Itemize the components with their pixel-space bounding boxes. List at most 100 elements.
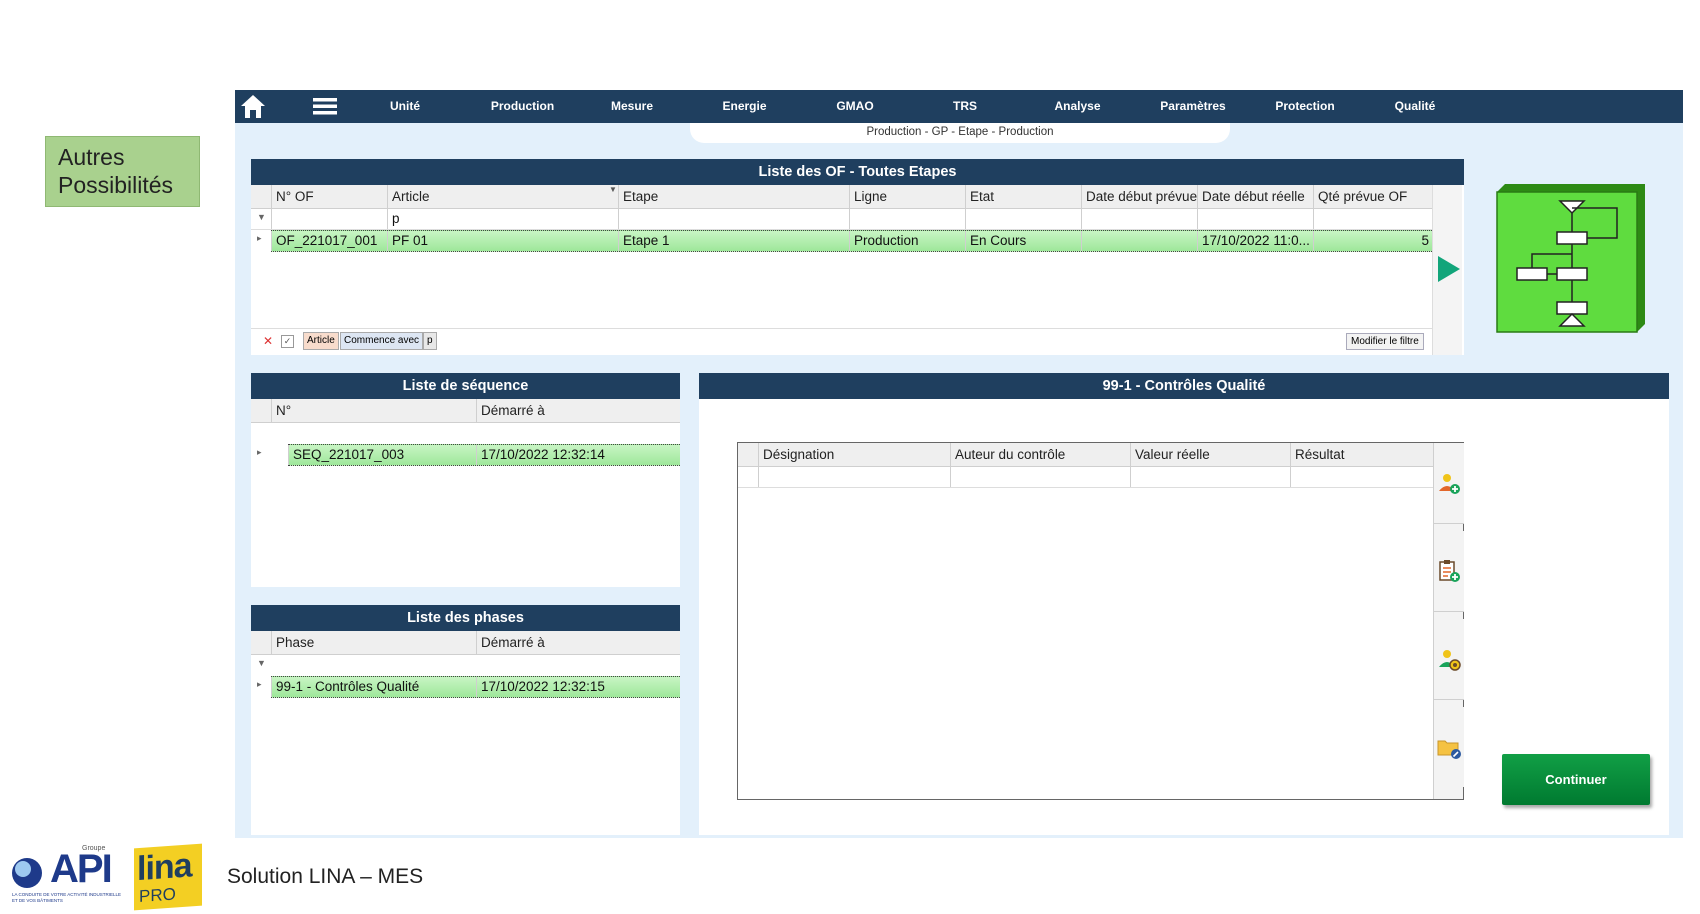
nav-item-mesure[interactable]: Mesure xyxy=(592,90,672,123)
sequence-list-title: Liste de séquence xyxy=(251,373,680,399)
quality-col-header-value[interactable]: Valeur réelle xyxy=(1130,443,1290,466)
nav-item-unite[interactable]: Unité xyxy=(370,90,440,123)
clear-filter-icon[interactable]: ✕ xyxy=(263,334,273,348)
of-cell-ligne: Production xyxy=(849,231,965,251)
sequence-grid: N° Démarré à ▸ SEQ_221017_003 17/10/2022… xyxy=(251,399,680,587)
quality-grid: Désignation Auteur du contrôle Valeur ré… xyxy=(737,442,1464,800)
of-filter-date-prevue[interactable] xyxy=(1081,209,1197,229)
of-cell-article: PF 01 xyxy=(387,231,618,251)
of-filter-date-reelle[interactable] xyxy=(1197,209,1313,229)
seq-col-header-start[interactable]: Démarré à xyxy=(476,399,680,422)
of-cell-etape: Etape 1 xyxy=(618,231,849,251)
table-row[interactable]: 99-1 - Contrôles Qualité 17/10/2022 12:3… xyxy=(271,676,680,698)
filter-funnel-icon[interactable]: ▼ xyxy=(609,185,617,194)
row-expander-icon[interactable]: ▸ xyxy=(257,447,262,458)
of-list-header: N° OF Article Etape Ligne Etat Date débu… xyxy=(251,185,1432,209)
top-navigation-bar: Unité Production Mesure Energie GMAO TRS… xyxy=(235,90,1683,123)
filter-tag-field[interactable]: Article xyxy=(303,332,339,350)
slide-label-line2: Possibilités xyxy=(58,172,174,198)
row-expander-icon[interactable]: ▸ xyxy=(257,233,262,244)
of-cell-num: OF_221017_001 xyxy=(271,231,387,251)
nav-item-production[interactable]: Production xyxy=(475,90,570,123)
quality-title: 99-1 - Contrôles Qualité xyxy=(699,373,1669,399)
api-logo-text: API xyxy=(50,847,113,891)
api-logo-tagline: LA CONDUITE DE VOTRE ACTIVITÉ INDUSTRIEL… xyxy=(12,892,122,903)
phase-cell-phase: 99-1 - Contrôles Qualité xyxy=(271,677,476,697)
api-logo: Groupe API LA CONDUITE DE VOTRE ACTIVITÉ… xyxy=(8,845,121,907)
of-col-header-date-prevue[interactable]: Date début prévue xyxy=(1081,185,1197,208)
of-col-header-ligne[interactable]: Ligne xyxy=(849,185,965,208)
of-col-header-num[interactable]: N° OF xyxy=(271,185,387,208)
of-list-panel: Liste des OF - Toutes Etapes N° OF Artic… xyxy=(251,159,1464,355)
of-col-header-article[interactable]: Article xyxy=(387,185,618,208)
continue-button[interactable]: Continuer xyxy=(1502,754,1650,805)
home-icon[interactable] xyxy=(239,93,267,120)
phase-list-title: Liste des phases xyxy=(251,605,680,631)
mes-application-window: Unité Production Mesure Energie GMAO TRS… xyxy=(235,90,1683,838)
of-col-header-etat[interactable]: Etat xyxy=(965,185,1081,208)
of-cell-date-reelle: 17/10/2022 11:0... xyxy=(1197,231,1313,251)
table-row[interactable]: SEQ_221017_003 17/10/2022 12:32:14 xyxy=(288,444,680,466)
nav-item-parametres[interactable]: Paramètres xyxy=(1143,90,1243,123)
footer-title: Solution LINA – MES xyxy=(227,865,424,888)
phase-col-header-start[interactable]: Démarré à xyxy=(476,631,680,654)
row-expander-icon[interactable]: ▸ xyxy=(257,679,262,690)
quality-filter-result[interactable] xyxy=(1290,467,1433,487)
quality-col-header-result[interactable]: Résultat xyxy=(1290,443,1433,466)
user-settings-icon[interactable] xyxy=(1434,619,1464,700)
modify-filter-button[interactable]: Modifier le filtre xyxy=(1346,333,1424,350)
of-filter-etat[interactable] xyxy=(965,209,1081,229)
add-checklist-icon[interactable] xyxy=(1434,531,1464,612)
quality-col-header-author[interactable]: Auteur du contrôle xyxy=(950,443,1130,466)
seq-col-header-num[interactable]: N° xyxy=(271,399,476,422)
quality-header: Désignation Auteur du contrôle Valeur ré… xyxy=(738,443,1433,467)
filter-bar: ✕ ✓ Article Commence avec p Modifier le … xyxy=(251,328,1432,354)
of-filter-ligne[interactable] xyxy=(849,209,965,229)
quality-filter-designation[interactable] xyxy=(758,467,950,487)
quality-col-header-designation[interactable]: Désignation xyxy=(758,443,950,466)
of-filter-article[interactable]: p xyxy=(387,209,618,229)
filter-tag-value[interactable]: p xyxy=(423,332,437,350)
quality-body: Désignation Auteur du contrôle Valeur ré… xyxy=(699,399,1669,835)
quality-filter-author[interactable] xyxy=(950,467,1130,487)
of-cell-date-prevue xyxy=(1081,231,1197,251)
nav-item-analyse[interactable]: Analyse xyxy=(1035,90,1120,123)
seq-cell-start: 17/10/2022 12:32:14 xyxy=(476,445,680,465)
of-list-title: Liste des OF - Toutes Etapes xyxy=(251,159,1464,185)
lina-logo-text: lina xyxy=(137,846,192,889)
workflow-diagram-icon[interactable] xyxy=(1495,184,1645,334)
add-user-icon[interactable] xyxy=(1434,443,1464,524)
nav-item-gmao[interactable]: GMAO xyxy=(815,90,895,123)
nav-item-trs[interactable]: TRS xyxy=(930,90,1000,123)
of-col-header-etape[interactable]: Etape xyxy=(618,185,849,208)
folder-edit-icon[interactable] xyxy=(1434,707,1464,787)
table-row[interactable]: OF_221017_001 PF 01 Etape 1 Production E… xyxy=(271,230,1432,252)
filter-tag-operator[interactable]: Commence avec xyxy=(340,332,424,350)
enable-filter-checkbox[interactable]: ✓ xyxy=(281,335,294,348)
phase-grid: Phase Démarré à ▼ ▸ 99-1 - Contrôles Qua… xyxy=(251,631,680,835)
of-filter-qte[interactable] xyxy=(1313,209,1432,229)
nav-item-energie[interactable]: Energie xyxy=(702,90,787,123)
lina-logo-sub: PRO xyxy=(139,884,176,907)
slide-label-line1: Autres xyxy=(58,144,125,170)
phase-header: Phase Démarré à xyxy=(251,631,680,655)
of-filter-num[interactable] xyxy=(271,209,387,229)
nav-item-protection[interactable]: Protection xyxy=(1257,90,1353,123)
sequence-list-panel: Liste de séquence N° Démarré à ▸ SEQ_221… xyxy=(251,373,680,587)
play-arrow-icon[interactable] xyxy=(1436,254,1462,284)
of-col-header-date-reelle[interactable]: Date début réelle xyxy=(1197,185,1313,208)
hamburger-menu-icon[interactable] xyxy=(312,95,338,117)
filter-row-icon: ▼ xyxy=(257,212,266,222)
of-filter-etape[interactable] xyxy=(618,209,849,229)
of-col-header-qte[interactable]: Qté prévue OF xyxy=(1313,185,1432,208)
of-filter-row: ▼ p xyxy=(251,209,1432,230)
phase-col-header-phase[interactable]: Phase xyxy=(271,631,476,654)
quality-filter-value[interactable] xyxy=(1130,467,1290,487)
of-list-grid: N° OF Article Etape Ligne Etat Date débu… xyxy=(251,185,1464,355)
slide-label: Autres Possibilités xyxy=(45,136,200,207)
of-cell-qte: 5 xyxy=(1313,231,1432,251)
filter-row-icon: ▼ xyxy=(257,658,266,668)
nav-item-qualite[interactable]: Qualité xyxy=(1373,90,1457,123)
quality-filter-row[interactable] xyxy=(738,467,1433,488)
phase-cell-start: 17/10/2022 12:32:15 xyxy=(476,677,680,697)
